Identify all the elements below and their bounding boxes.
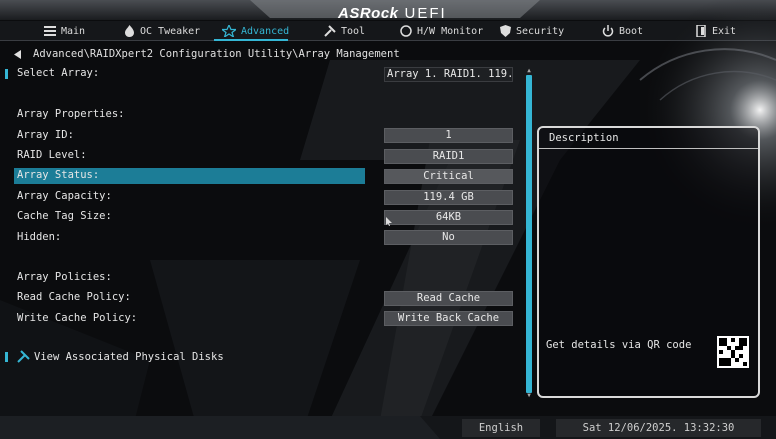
- array-id-label: Array ID:: [17, 129, 74, 141]
- star-icon: [222, 25, 236, 37]
- grid-icon: [44, 26, 56, 36]
- monitor-icon: [400, 25, 412, 37]
- scrollbar-thumb[interactable]: [526, 75, 532, 393]
- selection-marker: [5, 69, 8, 79]
- hidden-value: No: [384, 230, 513, 245]
- array-status-label[interactable]: Array Status:: [17, 169, 99, 181]
- tab-oc-tweaker[interactable]: OC Tweaker: [124, 21, 200, 41]
- array-status-value[interactable]: Critical: [384, 169, 513, 184]
- tab-tool[interactable]: Tool: [324, 21, 365, 41]
- datetime-display: Sat 12/06/2025. 13:32:30: [556, 419, 761, 437]
- tab-advanced[interactable]: Advanced: [222, 21, 289, 41]
- submenu-marker: [5, 352, 8, 362]
- tab-boot[interactable]: Boot: [602, 21, 643, 41]
- select-array-label[interactable]: Select Array:: [17, 67, 99, 79]
- qr-code-icon[interactable]: [717, 336, 749, 368]
- tab-main[interactable]: Main: [44, 21, 85, 41]
- array-capacity-value: 119.4 GB: [384, 190, 513, 205]
- back-arrow-icon[interactable]: [14, 49, 21, 59]
- tab-exit[interactable]: Exit: [696, 21, 736, 41]
- description-divider: [539, 148, 758, 149]
- language-selector[interactable]: English: [462, 419, 540, 437]
- description-panel: Description Get details via QR code: [537, 126, 760, 398]
- hidden-label: Hidden:: [17, 231, 62, 243]
- brand-logo: ASRock UEFI: [338, 5, 447, 22]
- tools-icon: [324, 25, 336, 37]
- qr-hint-text: Get details via QR code: [546, 339, 692, 351]
- read-cache-policy-label[interactable]: Read Cache Policy:: [17, 291, 131, 303]
- tools-icon: [17, 350, 30, 363]
- cache-tag-size-label: Cache Tag Size:: [17, 210, 112, 222]
- shield-icon: [500, 25, 511, 37]
- mouse-cursor-icon: [386, 217, 392, 226]
- select-array-value[interactable]: Array 1. RAID1. 119.4...: [384, 67, 513, 82]
- view-disks-item[interactable]: View Associated Physical Disks: [17, 350, 224, 363]
- array-policies-heading: Array Policies:: [17, 271, 112, 283]
- array-id-value: 1: [384, 128, 513, 143]
- array-capacity-label: Array Capacity:: [17, 190, 112, 202]
- write-cache-policy-label[interactable]: Write Cache Policy:: [17, 312, 137, 324]
- description-title: Description: [549, 132, 619, 144]
- breadcrumb: Advanced\RAIDXpert2 Configuration Utilit…: [14, 48, 400, 60]
- array-properties-heading: Array Properties:: [17, 108, 125, 120]
- raid-level-value: RAID1: [384, 149, 513, 164]
- raid-level-label: RAID Level:: [17, 149, 87, 161]
- read-cache-policy-value[interactable]: Read Cache: [384, 291, 513, 306]
- active-tab-indicator: [214, 39, 288, 41]
- tab-security[interactable]: Security: [500, 21, 564, 41]
- top-nav: Main OC Tweaker Advanced Tool H/W Monito…: [0, 21, 776, 41]
- scroll-up-arrow[interactable]: ▲: [526, 68, 532, 74]
- flame-icon: [125, 25, 134, 37]
- scroll-down-arrow[interactable]: ▼: [526, 393, 532, 399]
- cache-tag-size-value: 64KB: [384, 210, 513, 225]
- write-cache-policy-value[interactable]: Write Back Cache: [384, 311, 513, 326]
- power-icon: [602, 25, 614, 37]
- tab-hw-monitor[interactable]: H/W Monitor: [400, 21, 483, 41]
- exit-icon: [696, 25, 706, 37]
